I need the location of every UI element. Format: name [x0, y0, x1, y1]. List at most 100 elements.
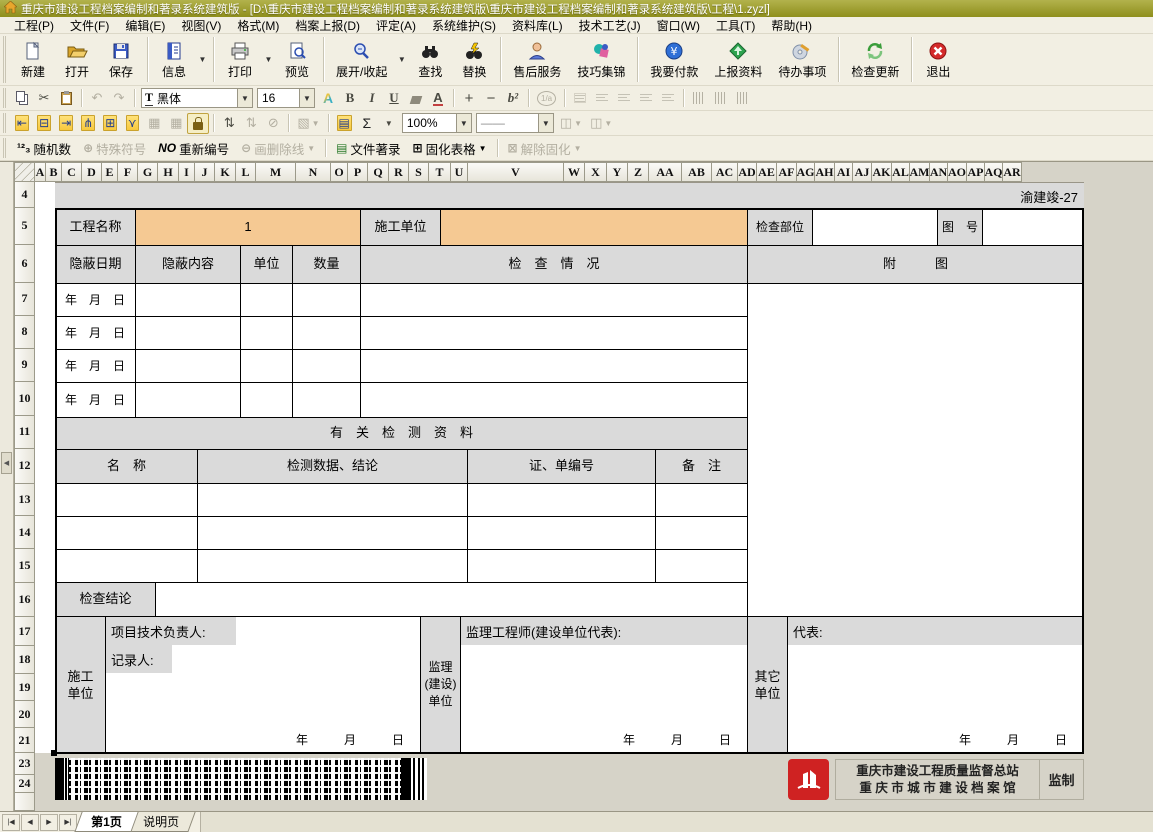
- column-header[interactable]: V: [468, 162, 564, 182]
- supervision-signature-block[interactable]: 监理工程师(建设单位代表): 年月日: [460, 616, 748, 753]
- split-column-button[interactable]: ⋎: [121, 113, 143, 134]
- color-table-button[interactable]: ▤: [333, 113, 356, 134]
- menu-item[interactable]: 帮助(H): [763, 16, 820, 35]
- check-cell[interactable]: [360, 283, 748, 317]
- column-header[interactable]: F: [118, 162, 138, 182]
- info-dropdown-icon[interactable]: ▼: [196, 34, 209, 85]
- col-test-data-cell[interactable]: 检测数据、结论: [197, 449, 468, 484]
- save-button[interactable]: 保存: [99, 37, 143, 83]
- line-style-select[interactable]: —— ▼: [476, 113, 554, 133]
- superscript-button[interactable]: b²: [502, 88, 524, 109]
- menu-item[interactable]: 文件(F): [62, 16, 117, 35]
- quantity-cell[interactable]: [292, 283, 361, 317]
- fill-button[interactable]: [405, 88, 427, 109]
- content-cell[interactable]: [135, 283, 241, 317]
- todo-button[interactable]: 待办事项: [770, 37, 834, 83]
- menu-item[interactable]: 技术工艺(J): [571, 16, 649, 35]
- selection-handle[interactable]: [51, 750, 57, 756]
- special-symbol-button[interactable]: ⊕ 特殊符号: [77, 138, 152, 159]
- dropdown-arrow-icon[interactable]: ▼: [237, 89, 252, 107]
- font-color-button[interactable]: A: [427, 88, 449, 109]
- row-header[interactable]: 20: [14, 701, 35, 728]
- find-button[interactable]: 查找: [408, 37, 452, 83]
- row-header[interactable]: 5: [14, 208, 35, 245]
- unit-cell[interactable]: [240, 283, 293, 317]
- barcode-1-button[interactable]: [688, 88, 710, 109]
- line-spacing-decrease-button[interactable]: ⇅: [240, 113, 262, 134]
- name-cell[interactable]: [55, 549, 198, 583]
- column-header[interactable]: N: [296, 162, 331, 182]
- column-header[interactable]: AH: [815, 162, 835, 182]
- tab-nav-button[interactable]: ▶|: [59, 814, 77, 831]
- remark-cell[interactable]: [655, 549, 748, 583]
- row-header[interactable]: 21: [14, 728, 35, 753]
- new-button[interactable]: 新建: [11, 37, 55, 83]
- column-header[interactable]: L: [236, 162, 256, 182]
- menu-item[interactable]: 工程(P): [6, 16, 62, 35]
- column-header[interactable]: S: [409, 162, 429, 182]
- align-box-button[interactable]: [569, 88, 591, 109]
- print-dropdown-icon[interactable]: ▼: [262, 34, 275, 85]
- dropdown-arrow-icon[interactable]: ▼: [307, 144, 315, 153]
- column-header[interactable]: G: [138, 162, 158, 182]
- row-header[interactable]: 15: [14, 549, 35, 583]
- row-header[interactable]: 17: [14, 617, 35, 646]
- strikethrough-button[interactable]: ⊖ 画删除线 ▼: [235, 138, 321, 159]
- border-outer-button[interactable]: ◫▼: [556, 113, 586, 134]
- column-header[interactable]: H: [158, 162, 179, 182]
- menu-item[interactable]: 视图(V): [173, 16, 229, 35]
- column-header[interactable]: AE: [757, 162, 777, 182]
- column-header[interactable]: AL: [892, 162, 910, 182]
- column-header[interactable]: AP: [967, 162, 985, 182]
- column-header[interactable]: AA: [649, 162, 682, 182]
- conclusion-label-cell[interactable]: 检查结论: [55, 582, 156, 617]
- tab-nav-button[interactable]: ◀: [21, 814, 39, 831]
- renumber-button[interactable]: NO 重新编号: [152, 138, 235, 159]
- row-header[interactable]: 8: [14, 316, 35, 349]
- open-button[interactable]: 打开: [55, 37, 99, 83]
- barcode-2-button[interactable]: [710, 88, 732, 109]
- fraction-button[interactable]: 1/a: [533, 88, 560, 109]
- cert-no-cell[interactable]: [467, 483, 656, 517]
- test-data-section-title-cell[interactable]: 有 关 检 测 资 料: [55, 417, 748, 450]
- column-header[interactable]: AQ: [985, 162, 1003, 182]
- expand-dropdown-icon[interactable]: ▼: [395, 34, 408, 85]
- col-check-situation-cell[interactable]: 检 查 情 况: [360, 245, 748, 284]
- column-header[interactable]: E: [102, 162, 118, 182]
- column-header[interactable]: AD: [738, 162, 757, 182]
- menu-item[interactable]: 资料库(L): [504, 16, 571, 35]
- check-update-button[interactable]: 检查更新: [843, 37, 907, 83]
- name-cell[interactable]: [55, 516, 198, 550]
- test-data-cell[interactable]: [197, 549, 468, 583]
- toolbar-grip[interactable]: [3, 138, 9, 158]
- column-header[interactable]: AG: [797, 162, 815, 182]
- menu-item[interactable]: 编辑(E): [117, 16, 173, 35]
- project-name-value-cell[interactable]: 1: [135, 208, 361, 246]
- project-name-label-cell[interactable]: 工程名称: [55, 208, 136, 246]
- menu-item[interactable]: 评定(A): [368, 16, 424, 35]
- menu-item[interactable]: 格式(M): [229, 16, 287, 35]
- toolbar-grip[interactable]: [3, 113, 9, 133]
- sheet-canvas[interactable]: 渝建竣-27 工程名称 1 施工单位 检查部位 图 号 隐蔽日期 隐蔽内容 单位…: [35, 182, 1153, 811]
- menu-item[interactable]: 工具(T): [708, 16, 763, 35]
- cut-button[interactable]: ✂: [33, 88, 55, 109]
- drawing-no-label-cell[interactable]: 图 号: [937, 208, 983, 246]
- content-cell[interactable]: [135, 382, 241, 418]
- lock-button[interactable]: [187, 113, 209, 134]
- column-header[interactable]: Z: [628, 162, 649, 182]
- conclusion-value-cell[interactable]: [155, 582, 748, 617]
- construction-unit-side-label[interactable]: 施工 单位: [55, 616, 106, 753]
- quantity-cell[interactable]: [292, 382, 361, 418]
- check-part-value-cell[interactable]: [812, 208, 938, 246]
- tab-nav-button[interactable]: ▶: [40, 814, 58, 831]
- splitter-strip[interactable]: ◀: [0, 162, 14, 811]
- preview-button[interactable]: 预览: [275, 37, 319, 83]
- after-sales-button[interactable]: 售后服务: [505, 37, 569, 83]
- rotate-table-button[interactable]: ▦: [143, 113, 165, 134]
- unlink-button[interactable]: ⊘: [262, 113, 284, 134]
- paste-button[interactable]: [55, 88, 77, 109]
- row-header[interactable]: 24: [14, 775, 35, 793]
- column-header[interactable]: A: [35, 162, 46, 182]
- row-header[interactable]: 19: [14, 674, 35, 701]
- insert-row-above-button[interactable]: ⇤: [11, 113, 33, 134]
